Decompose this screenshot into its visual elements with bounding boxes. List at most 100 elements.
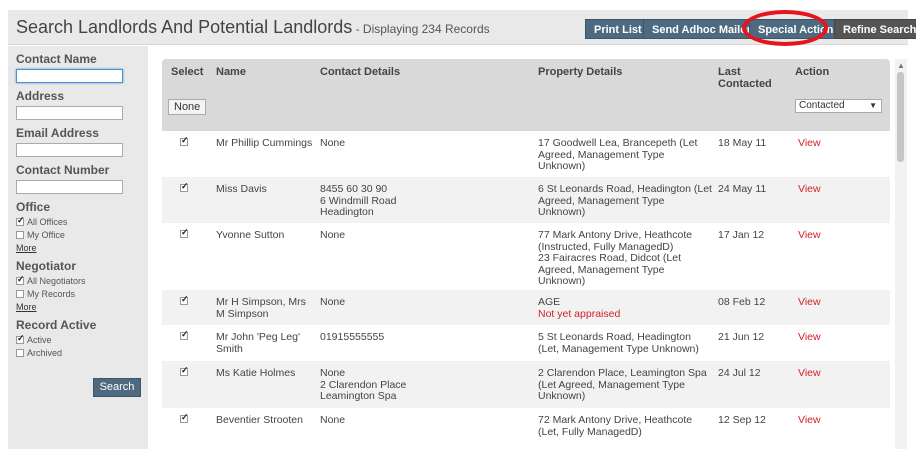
row-property-details: 72 Mark Antony Drive, Heathcote (Let, Fu… [538, 414, 713, 438]
send-adhoc-mailout-button[interactable]: Send Adhoc Mailout [643, 19, 767, 39]
row-select-checkbox[interactable] [180, 227, 189, 242]
row-contact-details: None [320, 414, 346, 426]
table-row: Ms Katie Holmes None 2 Clarendon Place Le… [162, 361, 890, 408]
select-none-button[interactable]: None [168, 99, 207, 115]
row-view-link[interactable]: View [798, 367, 821, 380]
column-header-action: Action [795, 66, 830, 78]
checkbox-checked[interactable] [16, 274, 25, 285]
row-contact-details: 8455 60 30 90 6 Windmill Road Headington [320, 183, 397, 218]
checkbox-checked[interactable] [180, 227, 189, 239]
row-property-text: AGE [538, 296, 561, 308]
row-last-contacted: 24 Jul 12 [718, 367, 761, 379]
page-title: Search Landlords And Potential Landlords… [16, 17, 490, 38]
column-header-last-contacted: Last Contacted [718, 66, 772, 90]
row-property-details: AGE Not yet appraised [538, 296, 713, 320]
checkbox-checked[interactable] [180, 181, 189, 193]
row-name: Mr H Simpson, Mrs M Simpson [216, 296, 306, 320]
checkbox-checked[interactable] [180, 365, 189, 377]
row-select-checkbox[interactable] [180, 329, 189, 344]
negotiator-label: Negotiator [16, 259, 76, 273]
record-active-option-archived[interactable]: Archived [16, 348, 140, 358]
negotiator-more-link[interactable]: More [16, 302, 140, 312]
office-option-all[interactable]: All Offices [16, 215, 140, 227]
row-view-link[interactable]: View [798, 229, 821, 242]
office-label: Office [16, 200, 51, 214]
row-view-link[interactable]: View [798, 137, 821, 150]
chevron-down-icon: ▼ [869, 101, 877, 110]
row-contact-details: None [320, 137, 346, 149]
office-option-label: My Office [27, 230, 65, 240]
row-property-details: 2 Clarendon Place, Leamington Spa (Let A… [538, 367, 713, 403]
column-header-name: Name [216, 66, 246, 78]
row-select-checkbox[interactable] [180, 181, 189, 196]
table-row: Yvonne Sutton None 77 Mark Antony Drive, H… [162, 223, 890, 290]
checkbox-checked[interactable] [180, 329, 189, 341]
checkbox-checked[interactable] [16, 333, 25, 344]
row-property-text: 6 St Leonards Road, Headington (Let Agre… [538, 183, 712, 218]
row-contact-details: 01915555555 [320, 331, 385, 343]
scroll-up-arrow-icon[interactable]: ▲ [897, 61, 905, 70]
refine-search-button[interactable]: Refine Search [834, 19, 916, 39]
contact-number-label: Contact Number [16, 163, 110, 177]
row-select-checkbox[interactable] [180, 135, 189, 150]
row-name: Miss Davis [216, 183, 267, 195]
contact-name-input[interactable] [16, 69, 123, 83]
row-property-text: 2 Clarendon Place, Leamington Spa (Let A… [538, 367, 707, 402]
row-contact-details: None [320, 229, 346, 241]
table-row: Mr John 'Peg Leg' Smith 01915555555 5 St L… [162, 325, 890, 361]
record-count: - Displaying 234 Records [352, 22, 490, 36]
search-sidebar: Contact Name Address Email Address Conta… [8, 46, 148, 449]
row-view-link[interactable]: View [798, 183, 821, 196]
row-property-details: 5 St Leonards Road, Headington (Let, Man… [538, 331, 713, 355]
checkbox-checked[interactable] [180, 412, 189, 424]
row-property-details: 77 Mark Antony Drive, Heathcote (Instruc… [538, 229, 713, 288]
checkbox-unchecked[interactable] [16, 231, 24, 239]
record-active-option-label: Archived [27, 348, 63, 358]
scrollbar-thumb[interactable] [897, 72, 904, 162]
checkbox-unchecked[interactable] [16, 290, 24, 298]
negotiator-option-label: All Negotiators [27, 276, 86, 286]
address-input[interactable] [16, 106, 123, 120]
row-property-text: 72 Mark Antony Drive, Heathcote (Let, Fu… [538, 414, 693, 438]
row-last-contacted: 24 May 11 [718, 183, 767, 195]
table-row: Beventier Strooten None 72 Mark Antony Dri… [162, 408, 890, 449]
contact-name-label: Contact Name [16, 52, 97, 66]
checkbox-checked[interactable] [180, 135, 189, 147]
row-contact-details: None [320, 296, 346, 308]
search-button[interactable]: Search [93, 378, 141, 397]
print-list-button[interactable]: Print List [585, 19, 651, 39]
row-select-checkbox[interactable] [180, 294, 189, 309]
record-active-option-active[interactable]: Active [16, 333, 140, 345]
office-option-label: All Offices [27, 217, 68, 227]
negotiator-option-mine[interactable]: My Records [16, 289, 140, 299]
row-view-link[interactable]: View [798, 414, 821, 427]
row-contact-details: None 2 Clarendon Place Leamington Spa [320, 367, 407, 402]
checkbox-checked[interactable] [180, 294, 189, 306]
row-select-checkbox[interactable] [180, 412, 189, 427]
row-last-contacted: 18 May 11 [718, 137, 767, 149]
row-last-contacted: 12 Sep 12 [718, 414, 766, 426]
row-name: Beventier Strooten [216, 414, 303, 426]
contact-number-input[interactable] [16, 180, 123, 194]
row-property-details: 17 Goodwell Lea, Brancepeth (Let Agreed,… [538, 137, 713, 173]
bulk-action-select[interactable]: Contacted ▼ [795, 99, 882, 113]
row-select-checkbox[interactable] [180, 365, 189, 380]
bulk-action-select-value: Contacted [799, 100, 845, 111]
row-view-link[interactable]: View [798, 331, 821, 344]
negotiator-option-label: My Records [27, 289, 76, 299]
negotiator-option-all[interactable]: All Negotiators [16, 274, 140, 286]
checkbox-unchecked[interactable] [16, 349, 24, 357]
page-header: Search Landlords And Potential Landlords… [8, 10, 916, 45]
table-row: Miss Davis 8455 60 30 90 6 Windmill Road … [162, 177, 890, 223]
row-property-text: 5 St Leonards Road, Headington (Let, Man… [538, 331, 699, 355]
checkbox-checked[interactable] [16, 215, 25, 226]
row-view-link[interactable]: View [798, 296, 821, 309]
row-property-text: 77 Mark Antony Drive, Heathcote (Instruc… [538, 229, 693, 287]
results-table: Select Name Contact Details Property Det… [162, 59, 890, 449]
address-label: Address [16, 89, 65, 103]
vertical-scrollbar[interactable]: ▲ [895, 59, 907, 449]
office-more-link[interactable]: More [16, 243, 140, 253]
office-option-mine[interactable]: My Office [16, 230, 140, 240]
record-active-label: Record Active [16, 318, 97, 332]
email-input[interactable] [16, 143, 123, 157]
